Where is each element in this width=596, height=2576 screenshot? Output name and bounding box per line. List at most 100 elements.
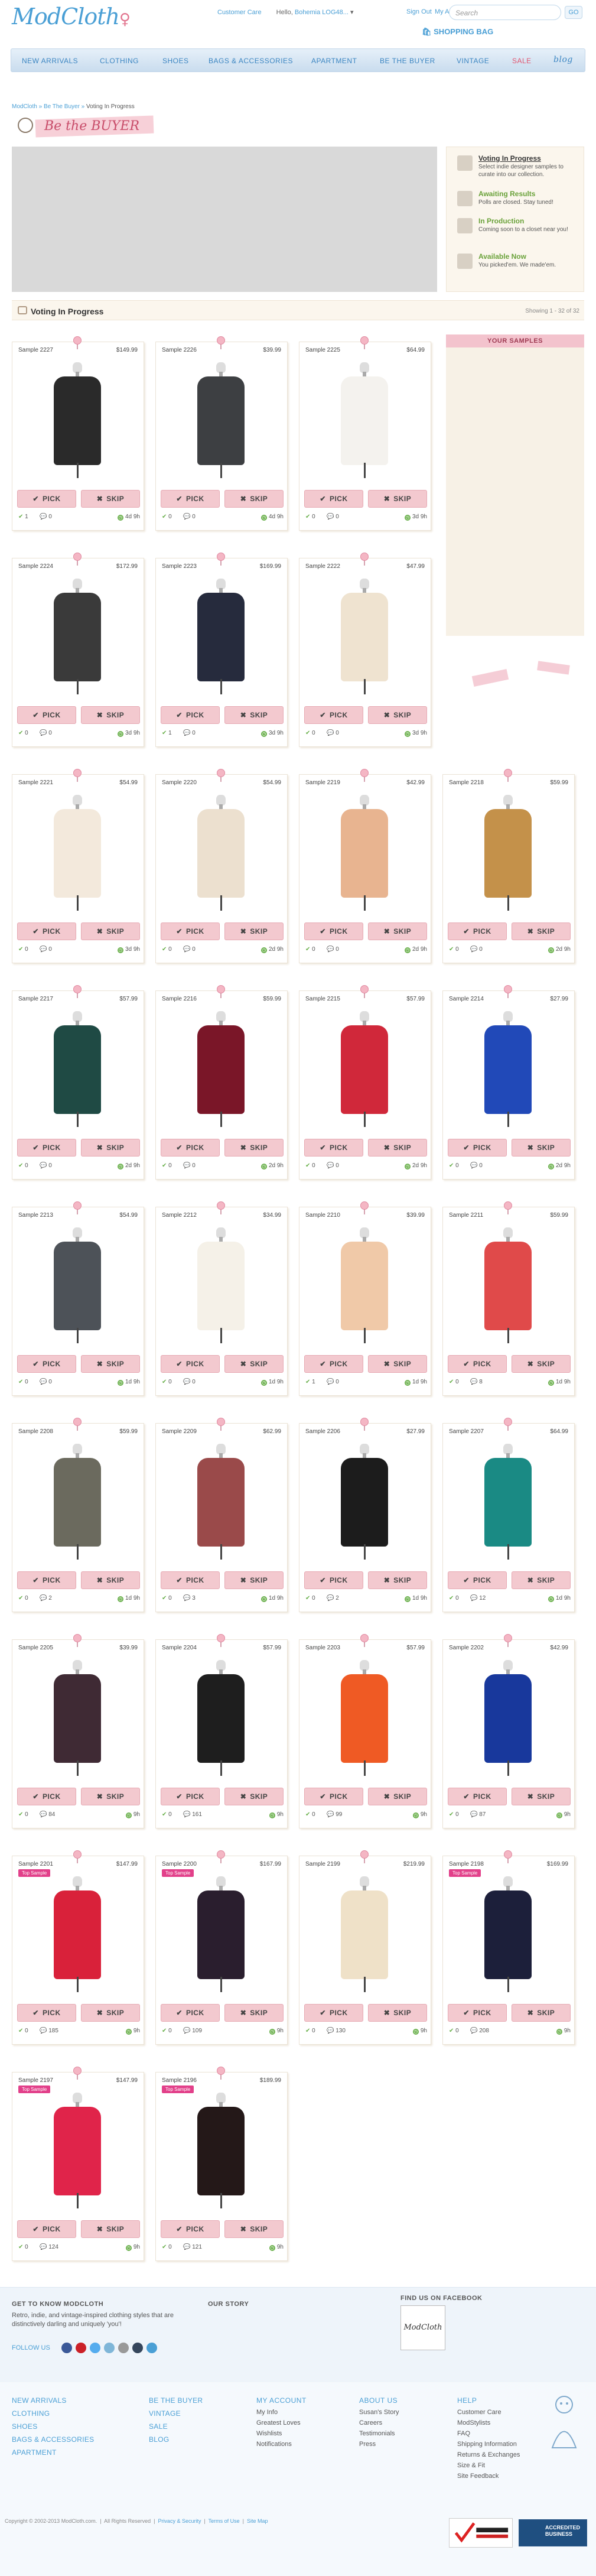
product-image[interactable]: [462, 1227, 554, 1343]
footer-link[interactable]: Greatest Loves: [256, 2418, 307, 2428]
skip-button[interactable]: ✖ SKIP: [512, 1355, 571, 1373]
skip-button[interactable]: ✖ SKIP: [81, 1355, 140, 1373]
footer-link[interactable]: CLOTHING: [12, 2407, 94, 2420]
product-image[interactable]: [31, 1660, 123, 1776]
product-name[interactable]: Sample 2197: [18, 2077, 53, 2084]
comment-count[interactable]: 💬 84: [40, 1811, 55, 1818]
footer-link[interactable]: Returns & Exchanges: [457, 2450, 520, 2460]
product-name[interactable]: Sample 2209: [162, 1428, 197, 1435]
skip-button[interactable]: ✖ SKIP: [81, 1788, 140, 1805]
instagram-icon[interactable]: [104, 2343, 115, 2353]
product-name[interactable]: Sample 2216: [162, 996, 197, 1002]
skip-button[interactable]: ✖ SKIP: [224, 2220, 284, 2238]
product-card[interactable]: Sample 2222 $47.99 ✔ PICK ✖ SKIP ✔ 0 💬 0 ◷…: [299, 553, 432, 748]
comment-count[interactable]: 💬 3: [183, 1595, 196, 1602]
product-image[interactable]: [318, 362, 411, 478]
pick-button[interactable]: ✔ PICK: [304, 922, 363, 940]
comment-count[interactable]: 💬 185: [40, 2028, 58, 2034]
comment-count[interactable]: 💬 0: [327, 514, 339, 520]
comment-count[interactable]: 💬 0: [183, 946, 196, 953]
nav-sale[interactable]: SALE: [512, 57, 532, 65]
privacy-link[interactable]: Privacy & Security: [158, 2518, 201, 2524]
pick-button[interactable]: ✔ PICK: [448, 2004, 507, 2022]
nav-clothing[interactable]: CLOTHING: [100, 57, 139, 65]
comment-count[interactable]: 💬 0: [327, 1379, 339, 1385]
product-card[interactable]: Sample 2208 $59.99 ✔ PICK ✖ SKIP ✔ 0 💬 2 ◷…: [12, 1418, 145, 1613]
pick-button[interactable]: ✔ PICK: [17, 706, 76, 724]
product-card[interactable]: Sample 2209 $62.99 ✔ PICK ✖ SKIP ✔ 0 💬 3 ◷…: [155, 1418, 288, 1613]
product-name[interactable]: Sample 2215: [305, 996, 340, 1002]
product-card[interactable]: Sample 2198 $169.99 Top Sample ✔ PICK ✖ SK…: [442, 1850, 575, 2045]
product-card[interactable]: Sample 2221 $54.99 ✔ PICK ✖ SKIP ✔ 0 💬 0 ◷…: [12, 769, 145, 964]
product-name[interactable]: Sample 2206: [305, 1428, 340, 1435]
product-image[interactable]: [175, 2093, 267, 2208]
product-image[interactable]: [31, 1444, 123, 1560]
product-name[interactable]: Sample 2211: [449, 1212, 483, 1219]
product-card[interactable]: Sample 2225 $64.99 ✔ PICK ✖ SKIP ✔ 0 💬 0 ◷…: [299, 336, 432, 531]
product-image[interactable]: [175, 1660, 267, 1776]
skip-button[interactable]: ✖ SKIP: [224, 1139, 284, 1157]
nav-vintage[interactable]: VINTAGE: [457, 57, 489, 65]
footer-link[interactable]: My Info: [256, 2407, 307, 2418]
skip-button[interactable]: ✖ SKIP: [368, 706, 427, 724]
tumblr-icon[interactable]: [132, 2343, 143, 2353]
product-card[interactable]: Sample 2213 $54.99 ✔ PICK ✖ SKIP ✔ 0 💬 0 ◷…: [12, 1201, 145, 1396]
product-name[interactable]: Sample 2204: [162, 1645, 197, 1651]
comment-count[interactable]: 💬 12: [470, 1595, 486, 1602]
product-name[interactable]: Sample 2227: [18, 347, 53, 353]
product-card[interactable]: Sample 2219 $42.99 ✔ PICK ✖ SKIP ✔ 0 💬 0 ◷…: [299, 769, 432, 964]
footer-link[interactable]: Site Feedback: [457, 2471, 520, 2481]
comment-count[interactable]: 💬 8: [470, 1379, 483, 1385]
comment-count[interactable]: 💬 208: [470, 2028, 489, 2034]
footer-link[interactable]: Careers: [359, 2418, 399, 2428]
skip-button[interactable]: ✖ SKIP: [368, 2004, 427, 2022]
footer-story-title[interactable]: OUR STORY: [208, 2301, 249, 2308]
product-name[interactable]: Sample 2223: [162, 563, 197, 570]
product-card[interactable]: Sample 2218 $59.99 ✔ PICK ✖ SKIP ✔ 0 💬 0 ◷…: [442, 769, 575, 964]
footer-link[interactable]: VINTAGE: [149, 2407, 203, 2420]
product-name[interactable]: Sample 2226: [162, 347, 197, 353]
skip-button[interactable]: ✖ SKIP: [512, 2004, 571, 2022]
product-card[interactable]: Sample 2202 $42.99 ✔ PICK ✖ SKIP ✔ 0 💬 87 …: [442, 1634, 575, 1829]
product-card[interactable]: Sample 2223 $169.99 ✔ PICK ✖ SKIP ✔ 1 💬 0 …: [155, 553, 288, 748]
product-image[interactable]: [318, 579, 411, 694]
pick-button[interactable]: ✔ PICK: [161, 2004, 220, 2022]
skip-button[interactable]: ✖ SKIP: [224, 706, 284, 724]
pick-button[interactable]: ✔ PICK: [448, 1355, 507, 1373]
breadcrumb-home[interactable]: ModCloth: [12, 103, 37, 110]
nav-new-arrivals[interactable]: NEW ARRIVALS: [22, 57, 78, 65]
pick-button[interactable]: ✔ PICK: [448, 1571, 507, 1589]
search-input[interactable]: Search: [449, 5, 561, 20]
comment-count[interactable]: 💬 130: [327, 2028, 346, 2034]
skip-button[interactable]: ✖ SKIP: [81, 490, 140, 508]
skip-button[interactable]: ✖ SKIP: [81, 2004, 140, 2022]
product-image[interactable]: [31, 579, 123, 694]
facebook-icon[interactable]: [61, 2343, 72, 2353]
comment-count[interactable]: 💬 124: [40, 2244, 58, 2250]
skip-button[interactable]: ✖ SKIP: [368, 490, 427, 508]
pick-button[interactable]: ✔ PICK: [161, 1571, 220, 1589]
comment-count[interactable]: 💬 0: [327, 730, 339, 736]
product-card[interactable]: Sample 2203 $57.99 ✔ PICK ✖ SKIP ✔ 0 💬 99 …: [299, 1634, 432, 1829]
product-image[interactable]: [31, 1227, 123, 1343]
product-image[interactable]: [462, 1876, 554, 1992]
product-image[interactable]: [31, 1011, 123, 1127]
bbb-badge[interactable]: ACCREDITED BUSINESS: [519, 2519, 587, 2546]
footer-col-title[interactable]: ABOUT US: [359, 2394, 399, 2407]
product-image[interactable]: [31, 1876, 123, 1992]
product-image[interactable]: [175, 1876, 267, 1992]
pick-button[interactable]: ✔ PICK: [304, 1571, 363, 1589]
pick-button[interactable]: ✔ PICK: [304, 490, 363, 508]
product-card[interactable]: Sample 2201 $147.99 Top Sample ✔ PICK ✖ SK…: [12, 1850, 145, 2045]
comment-count[interactable]: 💬 0: [183, 1162, 196, 1169]
product-name[interactable]: Sample 2213: [18, 1212, 53, 1219]
product-card[interactable]: Sample 2214 $27.99 ✔ PICK ✖ SKIP ✔ 0 💬 0 ◷…: [442, 985, 575, 1180]
pick-button[interactable]: ✔ PICK: [304, 2004, 363, 2022]
comment-count[interactable]: 💬 0: [183, 1379, 196, 1385]
product-name[interactable]: Sample 2201: [18, 1861, 53, 1867]
skip-button[interactable]: ✖ SKIP: [224, 490, 284, 508]
comment-count[interactable]: 💬 121: [183, 2244, 202, 2250]
pick-button[interactable]: ✔ PICK: [17, 490, 76, 508]
product-card[interactable]: Sample 2196 $189.99 Top Sample ✔ PICK ✖ SK…: [155, 2067, 288, 2262]
skip-button[interactable]: ✖ SKIP: [368, 1788, 427, 1805]
